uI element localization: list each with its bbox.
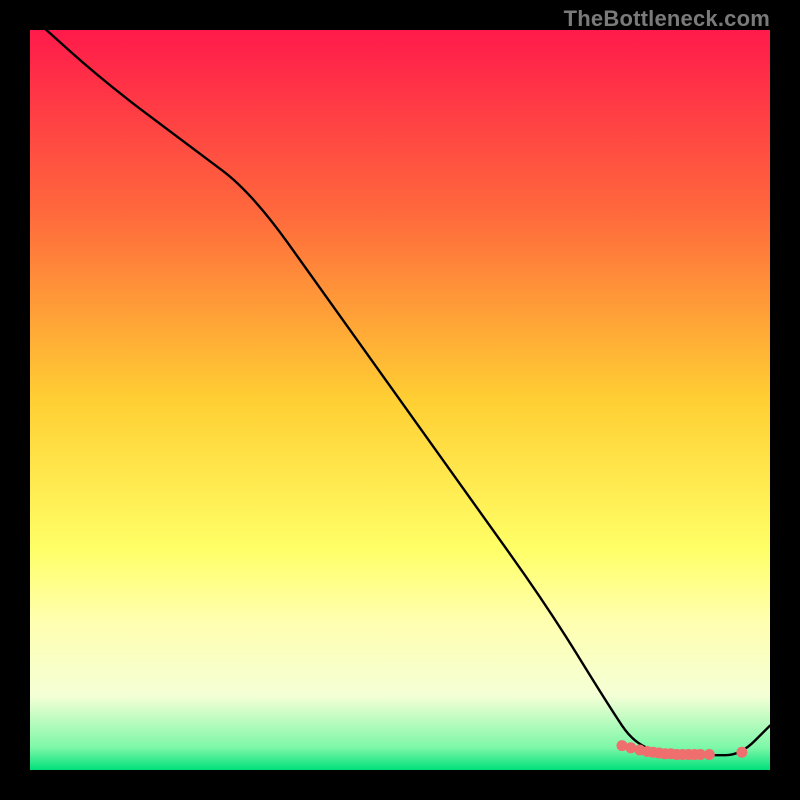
marker-dot bbox=[704, 749, 715, 760]
chart-frame: TheBottleneck.com bbox=[0, 0, 800, 800]
marker-dot bbox=[736, 747, 747, 758]
chart-svg bbox=[30, 30, 770, 770]
watermark-text: TheBottleneck.com bbox=[564, 6, 770, 32]
plot-area bbox=[30, 30, 770, 770]
